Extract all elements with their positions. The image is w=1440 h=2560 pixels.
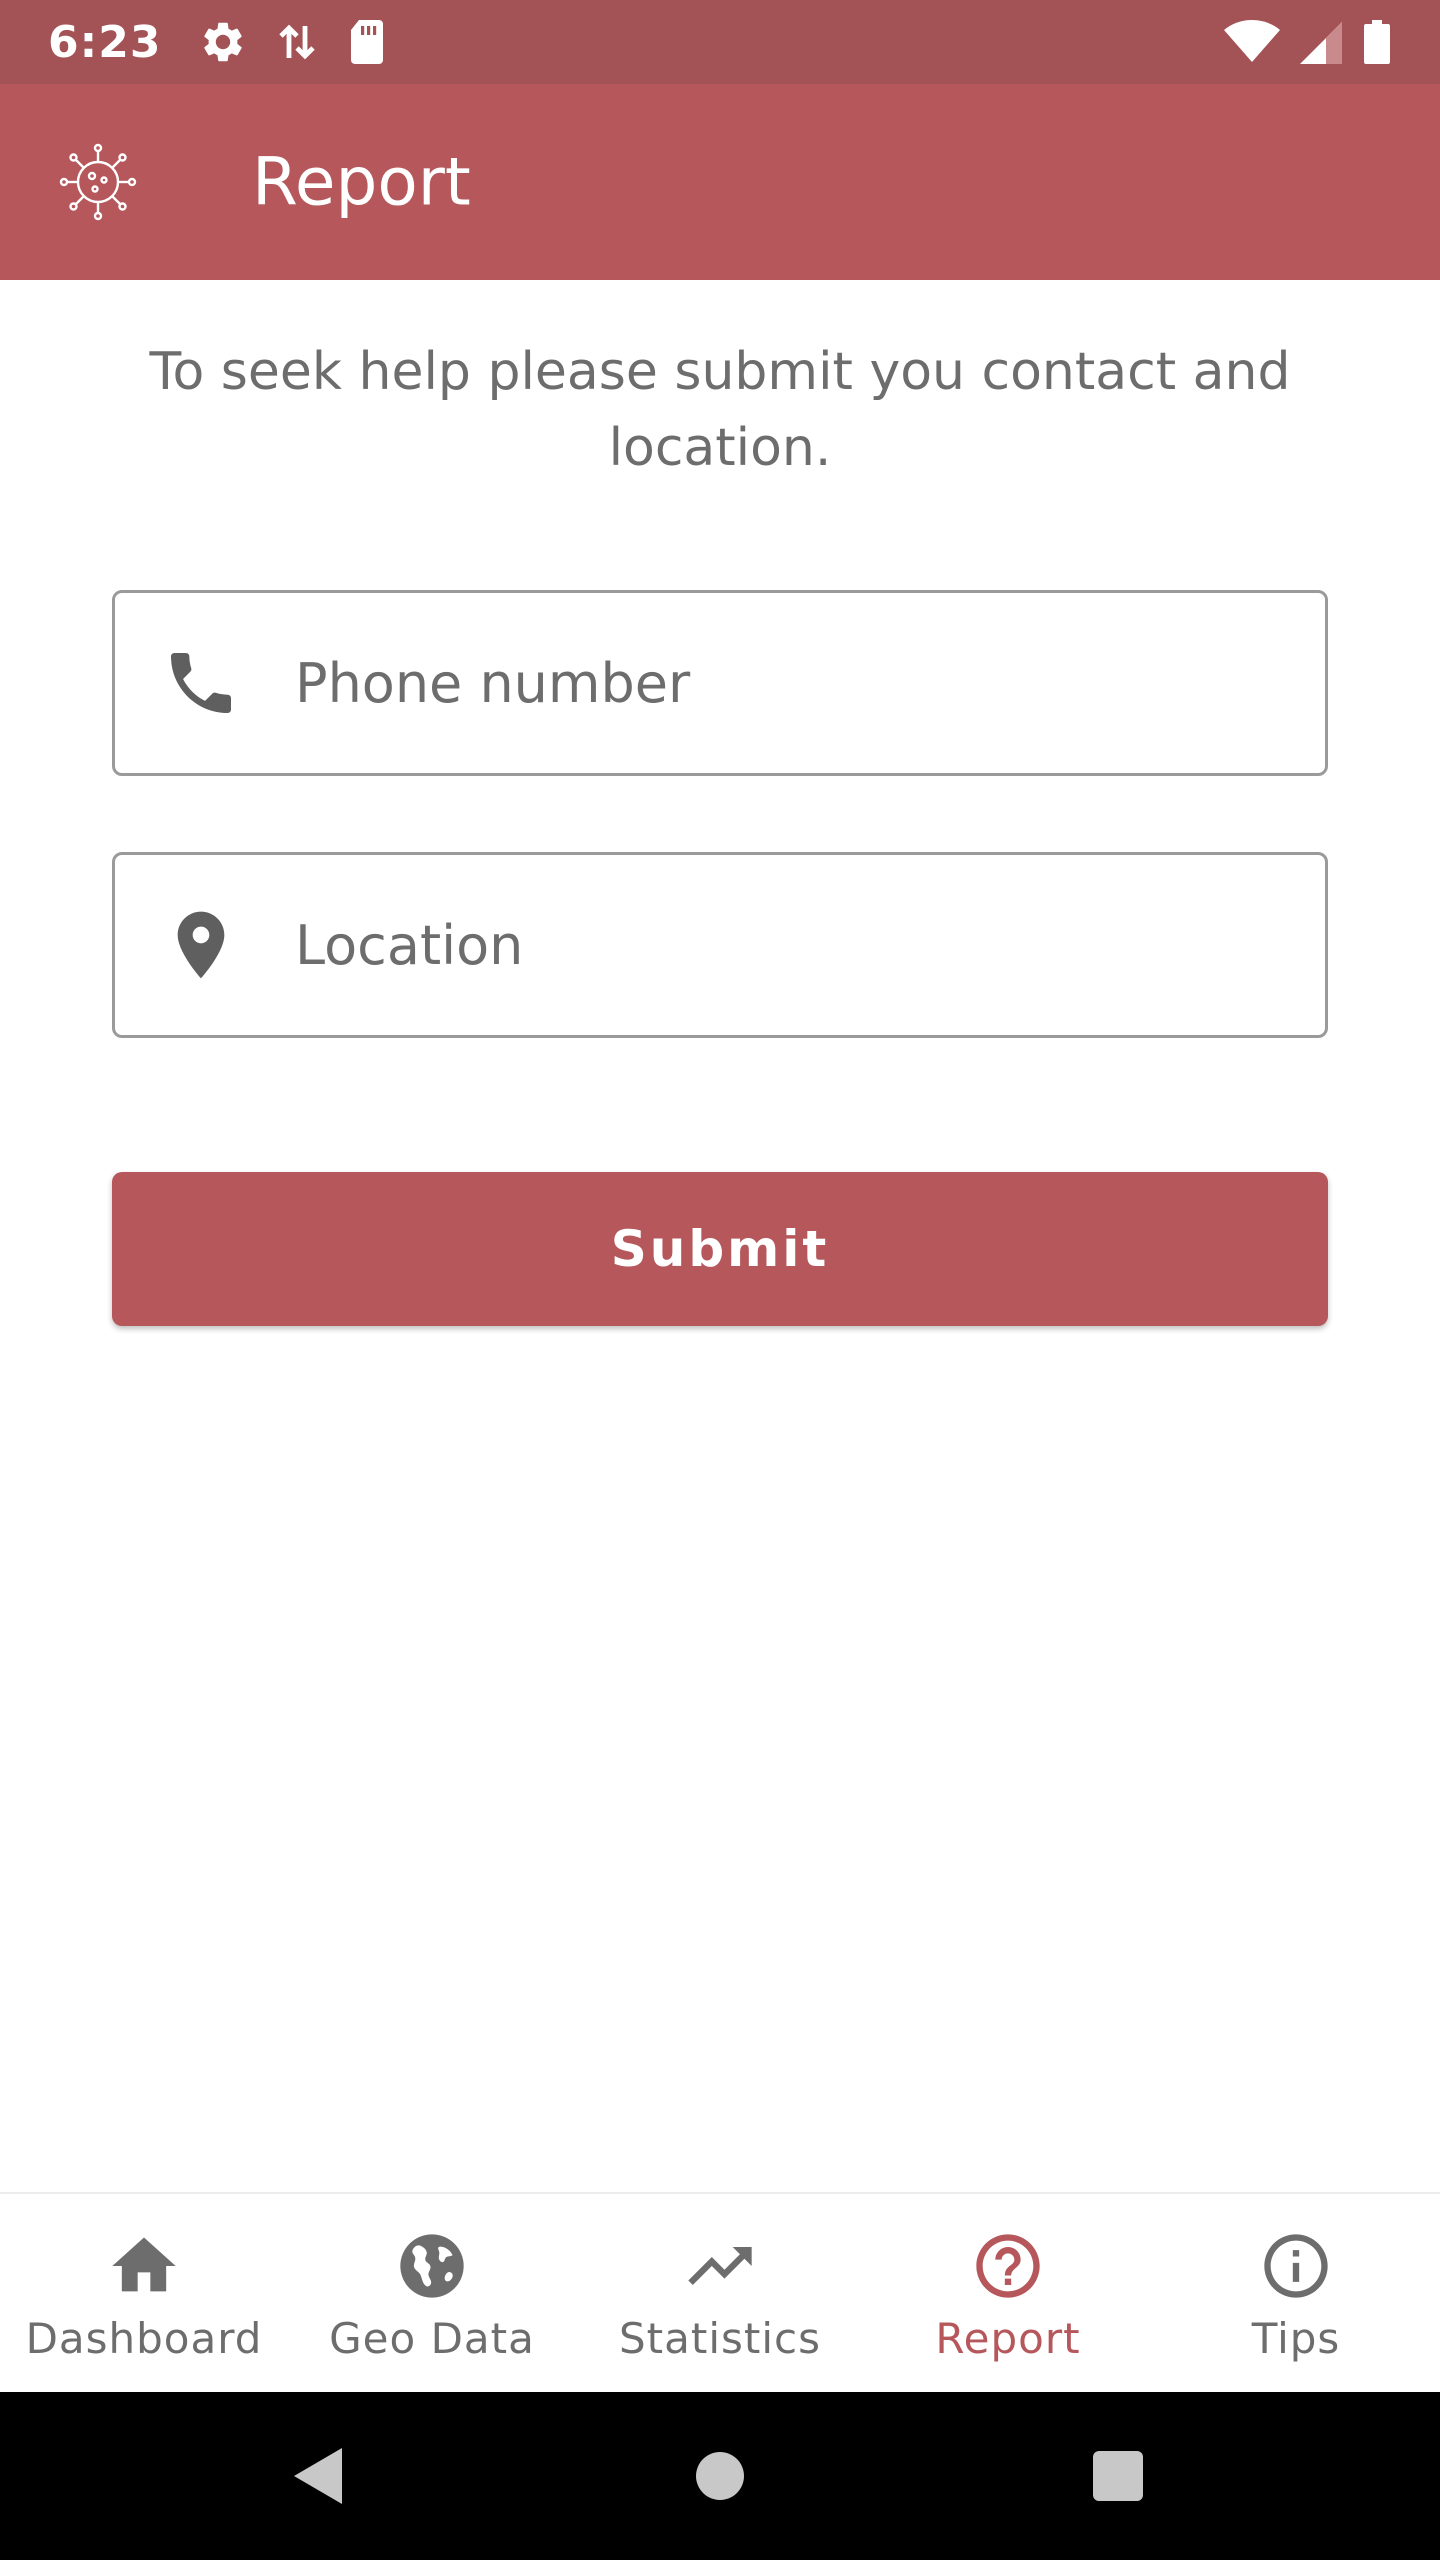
wifi-icon bbox=[1224, 20, 1280, 62]
battery-icon bbox=[1364, 20, 1390, 64]
status-notification-icons bbox=[199, 18, 387, 66]
system-nav-bar bbox=[0, 2392, 1440, 2560]
globe-icon bbox=[400, 2234, 464, 2298]
nav-label: Statistics bbox=[619, 2314, 821, 2363]
phone-input[interactable] bbox=[295, 593, 1295, 773]
phone-field[interactable] bbox=[112, 590, 1328, 776]
data-transfer-icon bbox=[279, 24, 316, 60]
location-input[interactable] bbox=[295, 855, 1295, 1035]
nav-label: Tips bbox=[1251, 2314, 1341, 2363]
nav-item-statistics[interactable]: Statistics bbox=[576, 2194, 864, 2392]
nav-label: Dashboard bbox=[25, 2314, 263, 2363]
phone-icon bbox=[171, 653, 231, 713]
back-icon[interactable] bbox=[290, 2444, 346, 2508]
info-icon bbox=[1264, 2234, 1328, 2298]
status-time: 6:23 bbox=[48, 16, 162, 68]
nav-item-dashboard[interactable]: Dashboard bbox=[0, 2194, 288, 2392]
cell-signal-icon bbox=[1300, 22, 1342, 64]
home-circle-icon[interactable] bbox=[694, 2450, 746, 2502]
location-field[interactable] bbox=[112, 852, 1328, 1038]
nav-item-tips[interactable]: Tips bbox=[1152, 2194, 1440, 2392]
sd-card-icon bbox=[351, 20, 384, 64]
nav-item-geo-data[interactable]: Geo Data bbox=[288, 2194, 576, 2392]
bottom-nav: Dashboard Geo Data Statistics Report Tip… bbox=[0, 2192, 1440, 2392]
submit-button[interactable]: Submit bbox=[112, 1172, 1328, 1326]
gear-icon bbox=[204, 22, 243, 62]
home-icon bbox=[112, 2237, 176, 2292]
intro-text: To seek help please submit you contact a… bbox=[149, 342, 1291, 478]
page-title: Report bbox=[252, 143, 471, 221]
nav-item-report[interactable]: Report bbox=[864, 2194, 1152, 2392]
trending-up-icon bbox=[688, 2247, 752, 2285]
help-circle-icon bbox=[976, 2234, 1040, 2298]
nav-label: Report bbox=[935, 2314, 1081, 2363]
status-system-icons bbox=[1224, 18, 1392, 66]
recents-icon[interactable] bbox=[1091, 2449, 1145, 2503]
virus-icon bbox=[59, 143, 137, 221]
status-bar: 6:23 bbox=[0, 0, 1440, 84]
location-pin-icon bbox=[177, 911, 225, 979]
app-bar: Report bbox=[0, 84, 1440, 280]
nav-label: Geo Data bbox=[329, 2314, 535, 2363]
